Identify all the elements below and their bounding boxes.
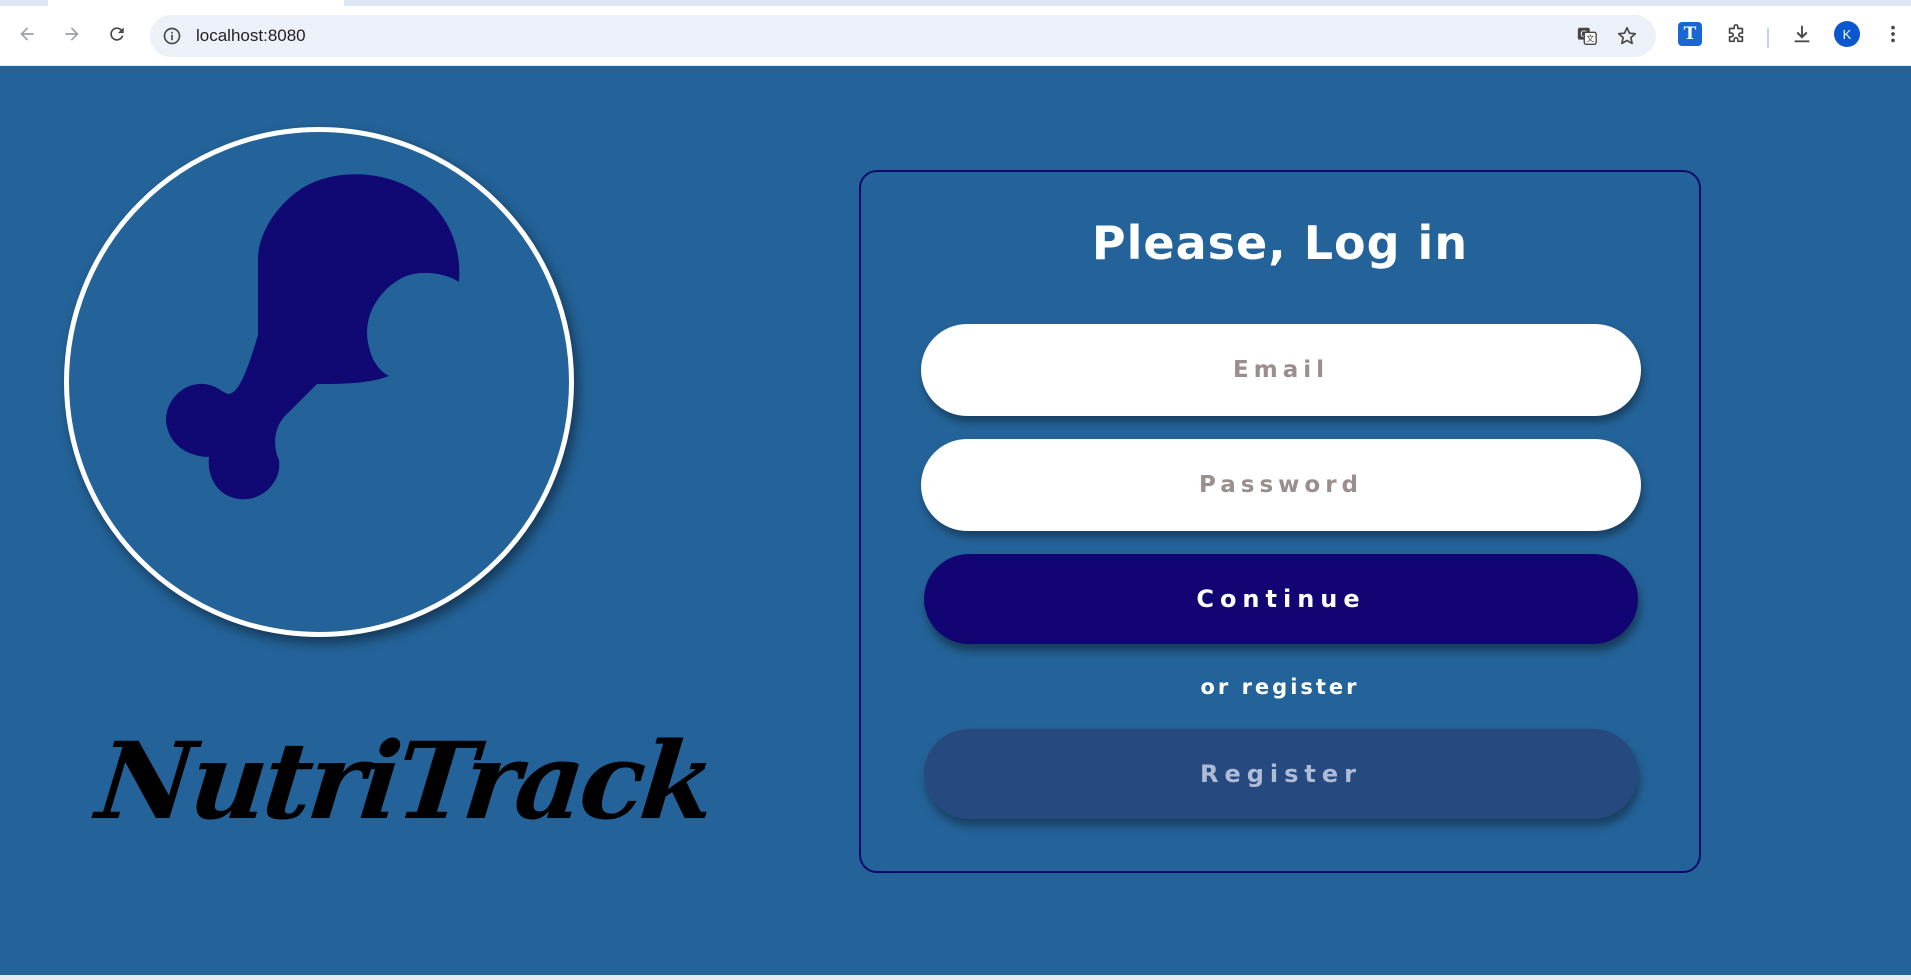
forward-button[interactable] (56, 18, 88, 50)
bottom-edge (0, 975, 1911, 980)
puzzle-icon (1728, 24, 1744, 43)
extension-t-icon: T (1678, 22, 1702, 46)
login-page: NutriTrack Please, Log in Continue or re… (0, 66, 1911, 980)
extensions-button[interactable] (1722, 20, 1750, 48)
register-button[interactable]: Register (924, 729, 1638, 819)
brand-name: NutriTrack (91, 718, 718, 843)
browser-menu-button[interactable] (1879, 20, 1907, 48)
password-field[interactable] (921, 439, 1641, 531)
url-text[interactable]: localhost:8080 (196, 26, 306, 46)
arrow-right-icon (65, 27, 79, 41)
site-info-icon[interactable] (162, 26, 182, 46)
avatar: K (1834, 21, 1860, 47)
continue-button[interactable]: Continue (924, 554, 1638, 644)
login-card: Please, Log in Continue or register Regi… (859, 170, 1701, 873)
arrow-left-icon (20, 27, 34, 41)
browser-toolbar: localhost:8080 G文 T K (0, 6, 1911, 66)
download-icon (1794, 25, 1810, 43)
downloads-button[interactable] (1788, 20, 1816, 48)
bookmark-star-icon[interactable] (1616, 25, 1638, 47)
or-register-text: or register (1200, 675, 1360, 699)
reload-icon (110, 27, 124, 41)
back-button[interactable] (11, 18, 43, 50)
extension-t-button[interactable]: T (1676, 20, 1704, 48)
profile-button[interactable]: K (1833, 20, 1861, 48)
svg-text:文: 文 (1586, 34, 1594, 44)
address-bar[interactable]: localhost:8080 G文 (150, 15, 1656, 57)
toolbar-separator (1767, 28, 1769, 48)
logo-circle (64, 127, 574, 637)
translate-icon[interactable]: G文 (1576, 25, 1598, 47)
chicken-drumstick-icon (165, 174, 460, 500)
more-vertical-icon (1891, 25, 1895, 43)
login-title: Please, Log in (1091, 216, 1469, 270)
email-field[interactable] (921, 324, 1641, 416)
browser-chrome: localhost:8080 G文 T K (0, 0, 1911, 66)
reload-button[interactable] (101, 18, 133, 50)
